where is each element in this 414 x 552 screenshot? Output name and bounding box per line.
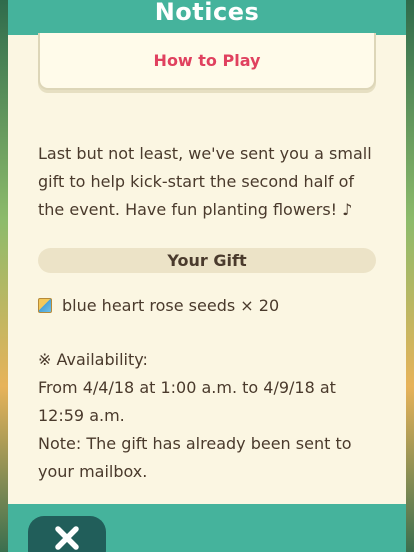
seed-packet-icon	[38, 297, 52, 313]
availability-line: 12:59 a.m.	[38, 406, 125, 425]
availability-info: ※ Availability: From 4/4/18 at 1:00 a.m.…	[38, 346, 378, 486]
how-to-play-button[interactable]: How to Play	[38, 33, 376, 90]
notices-panel: Notices How to Play Last but not least, …	[8, 0, 406, 552]
notices-header: Notices	[8, 0, 406, 35]
notices-footer	[8, 504, 406, 552]
availability-line: ※ Availability:	[38, 350, 148, 369]
how-to-play-label: How to Play	[153, 51, 261, 70]
gift-section-header: Your Gift	[38, 248, 376, 273]
gift-title: Your Gift	[167, 251, 247, 270]
gift-item-text: blue heart rose seeds × 20	[62, 295, 280, 315]
message-line: the event. Have fun planting flowers! ♪	[38, 200, 353, 219]
gift-item: blue heart rose seeds × 20	[38, 292, 279, 318]
message-line: gift to help kick-start the second half …	[38, 172, 355, 191]
page-title: Notices	[154, 0, 260, 26]
close-icon	[55, 526, 79, 550]
message-line: Last but not least, we've sent you a sma…	[38, 144, 372, 163]
availability-line: Note: The gift has already been sent to	[38, 434, 352, 453]
notice-message: Last but not least, we've sent you a sma…	[38, 140, 378, 224]
availability-line: From 4/4/18 at 1:00 a.m. to 4/9/18 at	[38, 378, 336, 397]
availability-line: your mailbox.	[38, 462, 148, 481]
close-button[interactable]	[28, 516, 106, 552]
